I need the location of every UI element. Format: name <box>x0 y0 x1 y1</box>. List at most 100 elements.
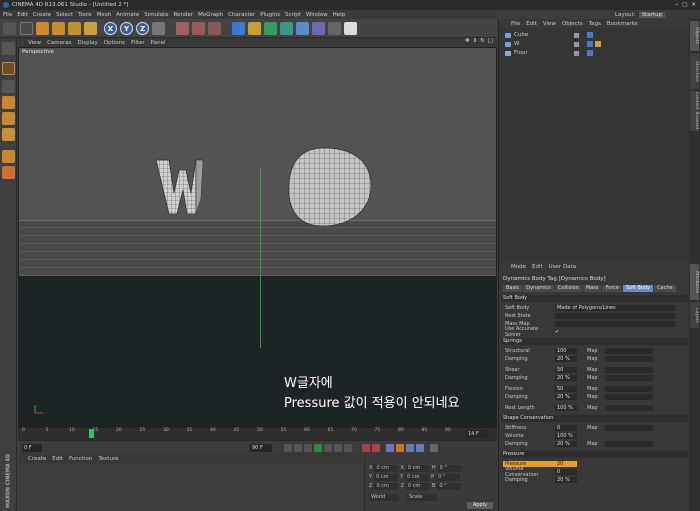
material-menu-edit[interactable]: Edit <box>52 456 63 462</box>
render-picture-viewer-icon[interactable] <box>192 22 205 35</box>
phong-tag-icon[interactable] <box>595 41 601 47</box>
record-icon[interactable] <box>362 444 370 452</box>
structural-damping-field[interactable]: 20 % <box>555 355 577 362</box>
map-field[interactable] <box>605 355 653 362</box>
structural-field[interactable]: 100 <box>555 347 577 354</box>
coord-system-dropdown[interactable]: World <box>369 494 399 501</box>
menu-mesh[interactable]: Mesh <box>97 12 111 18</box>
viewport-menu-options[interactable]: Options <box>104 40 125 46</box>
pressure-damping-field[interactable]: 20 % <box>555 476 577 483</box>
nurbs-icon[interactable] <box>264 22 277 35</box>
y-axis-lock-icon[interactable]: Y <box>120 22 133 35</box>
magnet-icon[interactable] <box>2 166 15 179</box>
size-y-field[interactable]: 0 cm <box>405 474 430 481</box>
shape-damping-field[interactable]: 20 % <box>555 440 577 447</box>
obj-menu-objects[interactable]: Objects <box>562 21 583 27</box>
tab-collision[interactable]: Collision <box>554 285 582 292</box>
position-z-field[interactable]: 0 cm <box>374 483 399 490</box>
autokey-icon[interactable] <box>372 444 380 452</box>
environment-icon[interactable] <box>312 22 325 35</box>
object-row-cube[interactable]: Cube <box>499 31 690 39</box>
scale-icon[interactable] <box>52 22 65 35</box>
cube-primitive-icon[interactable] <box>232 22 245 35</box>
rotation-h-field[interactable]: 0 ° <box>437 465 462 472</box>
rotation-b-field[interactable]: 0 ° <box>437 483 462 490</box>
viewport-perspective[interactable]: Perspective W글자에 Pressure 값이 적용이 안되네요 <box>18 47 497 428</box>
rotate-icon[interactable] <box>68 22 81 35</box>
flexion-field[interactable]: 50 <box>555 385 577 392</box>
key-position-icon[interactable] <box>386 444 394 452</box>
visibility-dot-icon[interactable] <box>574 50 579 56</box>
recent-tools-icon[interactable] <box>84 22 97 35</box>
map-field[interactable] <box>605 374 653 381</box>
object-row-floor[interactable]: Floor <box>499 49 690 57</box>
menu-simulate[interactable]: Simulate <box>144 12 168 18</box>
layout-selector[interactable]: Layout: Startup <box>612 10 700 19</box>
next-frame-icon[interactable] <box>324 444 332 452</box>
soft-body-dropdown[interactable]: Made of Polygons/Lines <box>555 304 675 311</box>
shear-field[interactable]: 50 <box>555 366 577 373</box>
start-frame-field[interactable]: 0 F <box>22 444 42 452</box>
goto-start-icon[interactable] <box>284 444 292 452</box>
close-icon[interactable]: ✕ <box>691 2 696 8</box>
tab-soft-body[interactable]: Soft Body <box>622 285 654 292</box>
goto-end-icon[interactable] <box>344 444 352 452</box>
rest-length-field[interactable]: 100 % <box>555 404 577 411</box>
prev-key-icon[interactable] <box>294 444 302 452</box>
end-frame-field[interactable]: 90 F <box>250 444 272 452</box>
points-mode-icon[interactable] <box>2 96 15 109</box>
tab-mass[interactable]: Mass <box>582 285 602 292</box>
coord-size-dropdown[interactable]: Scale <box>407 494 437 501</box>
menu-file[interactable]: File <box>3 12 12 18</box>
orbit-icon[interactable]: ↻ <box>480 38 485 44</box>
obj-menu-tags[interactable]: Tags <box>589 21 601 27</box>
viewport-menu-display[interactable]: Display <box>78 40 98 46</box>
timeline-playhead[interactable] <box>89 429 94 438</box>
map-field[interactable] <box>605 440 653 447</box>
model-mode-icon[interactable] <box>2 62 15 75</box>
menu-render[interactable]: Render <box>174 12 194 18</box>
menu-edit[interactable]: Edit <box>17 12 28 18</box>
pressure-field[interactable]: 20 <box>555 460 577 467</box>
rotation-p-field[interactable]: 0 ° <box>436 474 461 481</box>
menu-select[interactable]: Select <box>56 12 73 18</box>
layout-value[interactable]: Startup <box>638 11 665 18</box>
key-parameter-icon[interactable] <box>416 444 424 452</box>
tab-structure[interactable]: Structure <box>690 53 699 89</box>
attr-menu-edit[interactable]: Edit <box>532 264 543 270</box>
timeline-ruler[interactable]: 0 5 10 15 20 25 30 35 40 45 50 55 60 65 70 75 80 85 90 14 … <box>18 428 497 440</box>
menu-window[interactable]: Window <box>306 12 328 18</box>
object-row-w[interactable]: W <box>499 40 690 48</box>
current-frame-field[interactable]: 14 F <box>466 430 488 438</box>
menu-tools[interactable]: Tools <box>78 12 92 18</box>
timeline-options-icon[interactable] <box>430 444 438 452</box>
material-menu-function[interactable]: Function <box>69 456 92 462</box>
edges-mode-icon[interactable] <box>2 112 15 125</box>
maximize-icon[interactable]: □ <box>682 2 687 8</box>
viewport-menu-filter[interactable]: Filter <box>131 40 145 46</box>
apply-button[interactable]: Apply <box>467 502 493 509</box>
volume-conservation-field[interactable]: 0 <box>555 468 577 475</box>
render-view-icon[interactable] <box>176 22 189 35</box>
use-solver-checkbox[interactable]: ✔ <box>555 329 559 335</box>
menu-animate[interactable]: Animate <box>116 12 139 18</box>
flexion-damping-field[interactable]: 20 % <box>555 393 577 400</box>
stiffness-field[interactable]: 0 <box>555 424 577 431</box>
tab-objects[interactable]: Objects <box>690 21 699 51</box>
visibility-dot-icon[interactable] <box>574 32 579 38</box>
texture-mode-icon[interactable] <box>2 80 15 93</box>
rest-state-field[interactable] <box>555 312 675 319</box>
pan-icon[interactable]: ✥ <box>465 38 470 44</box>
obj-menu-bookmarks[interactable]: Bookmarks <box>607 21 638 27</box>
key-scale-icon[interactable] <box>396 444 404 452</box>
array-icon[interactable] <box>280 22 293 35</box>
attr-menu-mode[interactable]: Mode <box>511 264 526 270</box>
key-rotation-icon[interactable] <box>406 444 414 452</box>
z-axis-lock-icon[interactable]: Z <box>136 22 149 35</box>
tab-cache[interactable]: Cache <box>654 285 676 292</box>
play-icon[interactable] <box>314 444 322 452</box>
zoom-icon[interactable]: ⇕ <box>473 38 478 44</box>
dynamics-tag-icon[interactable] <box>587 41 593 47</box>
w-letter-object[interactable] <box>155 159 204 215</box>
visibility-dot-icon[interactable] <box>574 41 579 47</box>
